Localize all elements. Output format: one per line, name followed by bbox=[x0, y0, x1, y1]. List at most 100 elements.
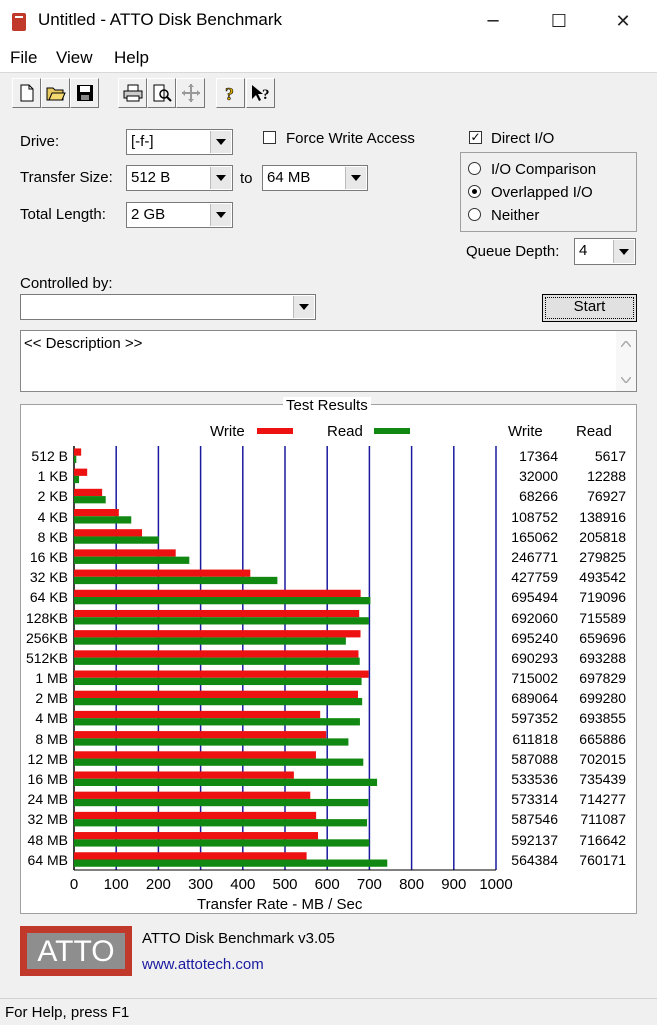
write-value: 427759 bbox=[511, 569, 558, 586]
app-version: ATTO Disk Benchmark v3.05 bbox=[142, 930, 335, 947]
read-value: 711087 bbox=[580, 811, 626, 828]
write-value: 587088 bbox=[511, 750, 558, 767]
category-label: 128KB bbox=[25, 609, 68, 626]
read-bar bbox=[74, 859, 388, 867]
category-label: 24 MB bbox=[27, 791, 68, 808]
read-value: 719096 bbox=[579, 589, 626, 606]
read-bar bbox=[74, 758, 364, 766]
write-bar bbox=[74, 589, 361, 598]
write-value: 695240 bbox=[511, 629, 558, 646]
read-value: 760171 bbox=[579, 851, 626, 868]
logo-text: ATTO bbox=[25, 931, 127, 971]
read-value: 697829 bbox=[579, 670, 626, 687]
write-value: 611818 bbox=[512, 730, 558, 747]
category-label: 32 MB bbox=[27, 811, 68, 828]
read-bar bbox=[74, 455, 77, 463]
write-bar bbox=[74, 771, 294, 779]
write-bar bbox=[74, 690, 358, 698]
write-bar bbox=[74, 852, 307, 860]
x-tick-label: 500 bbox=[272, 876, 298, 893]
atto-logo: ATTO bbox=[20, 926, 132, 976]
category-label: 64 KB bbox=[29, 589, 68, 606]
write-value: 108752 bbox=[511, 508, 558, 525]
read-value: 693288 bbox=[579, 649, 626, 666]
read-bar bbox=[74, 597, 371, 605]
read-value: 659696 bbox=[579, 629, 626, 646]
read-value: 12288 bbox=[587, 468, 626, 485]
read-bar bbox=[74, 798, 369, 807]
category-label: 4 MB bbox=[35, 710, 68, 727]
write-value: 573314 bbox=[511, 791, 558, 808]
write-bar bbox=[74, 549, 176, 557]
read-bar bbox=[74, 496, 106, 504]
x-tick-label: 300 bbox=[188, 876, 214, 893]
write-bar bbox=[74, 529, 143, 537]
category-label: 4 KB bbox=[37, 508, 68, 525]
write-bar bbox=[74, 488, 103, 497]
x-tick-label: 700 bbox=[356, 876, 382, 893]
read-bar bbox=[74, 475, 80, 484]
write-value: 246771 bbox=[511, 548, 558, 565]
write-bar bbox=[74, 468, 88, 476]
write-bar bbox=[74, 609, 360, 618]
read-value: 702015 bbox=[579, 750, 626, 767]
category-label: 2 KB bbox=[37, 488, 68, 505]
write-value: 692060 bbox=[511, 609, 558, 626]
read-value: 205818 bbox=[579, 528, 626, 545]
x-tick-label: 600 bbox=[314, 876, 340, 893]
write-bar bbox=[74, 832, 319, 840]
write-bar bbox=[74, 569, 251, 577]
category-label: 8 KB bbox=[37, 528, 68, 545]
read-bar bbox=[74, 819, 368, 827]
write-value: 689064 bbox=[511, 690, 558, 707]
read-bar bbox=[74, 839, 370, 847]
write-value: 695494 bbox=[511, 589, 558, 606]
read-bar bbox=[74, 556, 190, 564]
write-value: 690293 bbox=[511, 649, 558, 666]
website-link[interactable]: www.attotech.com bbox=[142, 956, 264, 973]
category-label: 16 MB bbox=[27, 771, 68, 788]
category-label: 48 MB bbox=[27, 831, 68, 848]
read-bar bbox=[74, 637, 346, 645]
read-value: 279825 bbox=[579, 548, 626, 565]
read-bar bbox=[74, 718, 360, 726]
read-bar bbox=[74, 738, 349, 746]
read-value: 665886 bbox=[579, 730, 626, 747]
read-value: 493542 bbox=[579, 569, 626, 586]
write-value: 592137 bbox=[511, 831, 558, 848]
x-axis-label: Transfer Rate - MB / Sec bbox=[197, 896, 363, 913]
read-value: 76927 bbox=[587, 488, 626, 505]
read-bar bbox=[74, 617, 369, 625]
read-bar bbox=[74, 677, 362, 686]
category-label: 256KB bbox=[25, 629, 68, 646]
read-value: 715589 bbox=[579, 609, 626, 626]
write-bar bbox=[74, 751, 316, 759]
x-tick-label: 800 bbox=[399, 876, 425, 893]
x-tick-label: 1000 bbox=[479, 876, 513, 893]
category-label: 8 MB bbox=[35, 730, 68, 747]
write-bar bbox=[74, 508, 119, 517]
write-bar bbox=[74, 670, 369, 678]
read-bar bbox=[74, 778, 378, 787]
read-value: 138916 bbox=[579, 508, 626, 525]
write-value: 715002 bbox=[511, 670, 558, 687]
read-bar bbox=[74, 697, 363, 706]
read-bar bbox=[74, 657, 360, 665]
category-label: 2 MB bbox=[35, 690, 68, 707]
write-bar bbox=[74, 731, 327, 739]
read-bar bbox=[74, 536, 159, 544]
status-bar: For Help, press F1 bbox=[0, 998, 657, 1025]
category-label: 512KB bbox=[25, 649, 68, 666]
write-bar bbox=[74, 811, 317, 820]
x-tick-label: 200 bbox=[145, 876, 171, 893]
category-label: 64 MB bbox=[27, 851, 68, 868]
x-tick-label: 400 bbox=[230, 876, 256, 893]
category-label: 1 MB bbox=[35, 670, 68, 687]
read-bar bbox=[74, 516, 132, 524]
write-value: 564384 bbox=[511, 851, 558, 868]
write-value: 17364 bbox=[519, 448, 558, 464]
write-bar bbox=[74, 448, 82, 456]
category-label: 12 MB bbox=[27, 750, 68, 767]
write-value: 533536 bbox=[511, 771, 558, 788]
category-label: 512 B bbox=[31, 448, 68, 464]
